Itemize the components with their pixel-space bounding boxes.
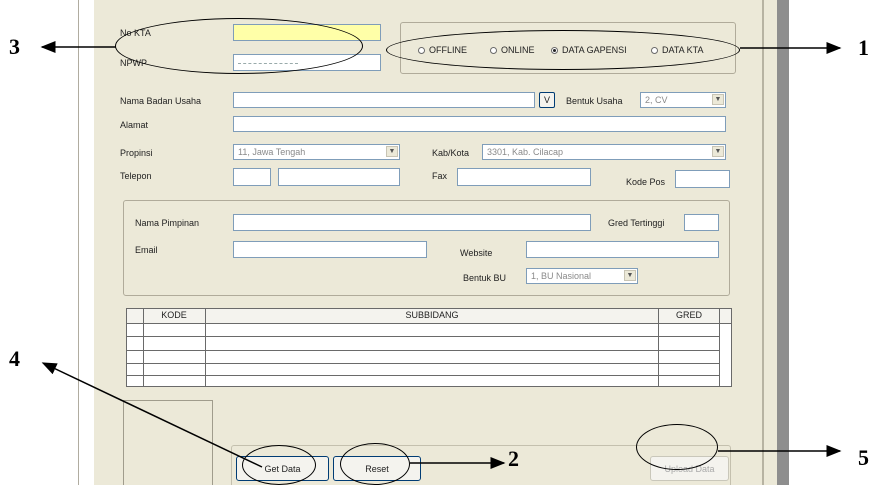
arrow-4 bbox=[41, 362, 263, 468]
callout-2: 2 bbox=[508, 446, 519, 471]
callout-1: 1 bbox=[858, 35, 869, 60]
annotation-arrows bbox=[40, 41, 842, 469]
callout-5: 5 bbox=[858, 445, 869, 470]
callout-4: 4 bbox=[9, 346, 20, 371]
callout-3: 3 bbox=[9, 34, 20, 59]
